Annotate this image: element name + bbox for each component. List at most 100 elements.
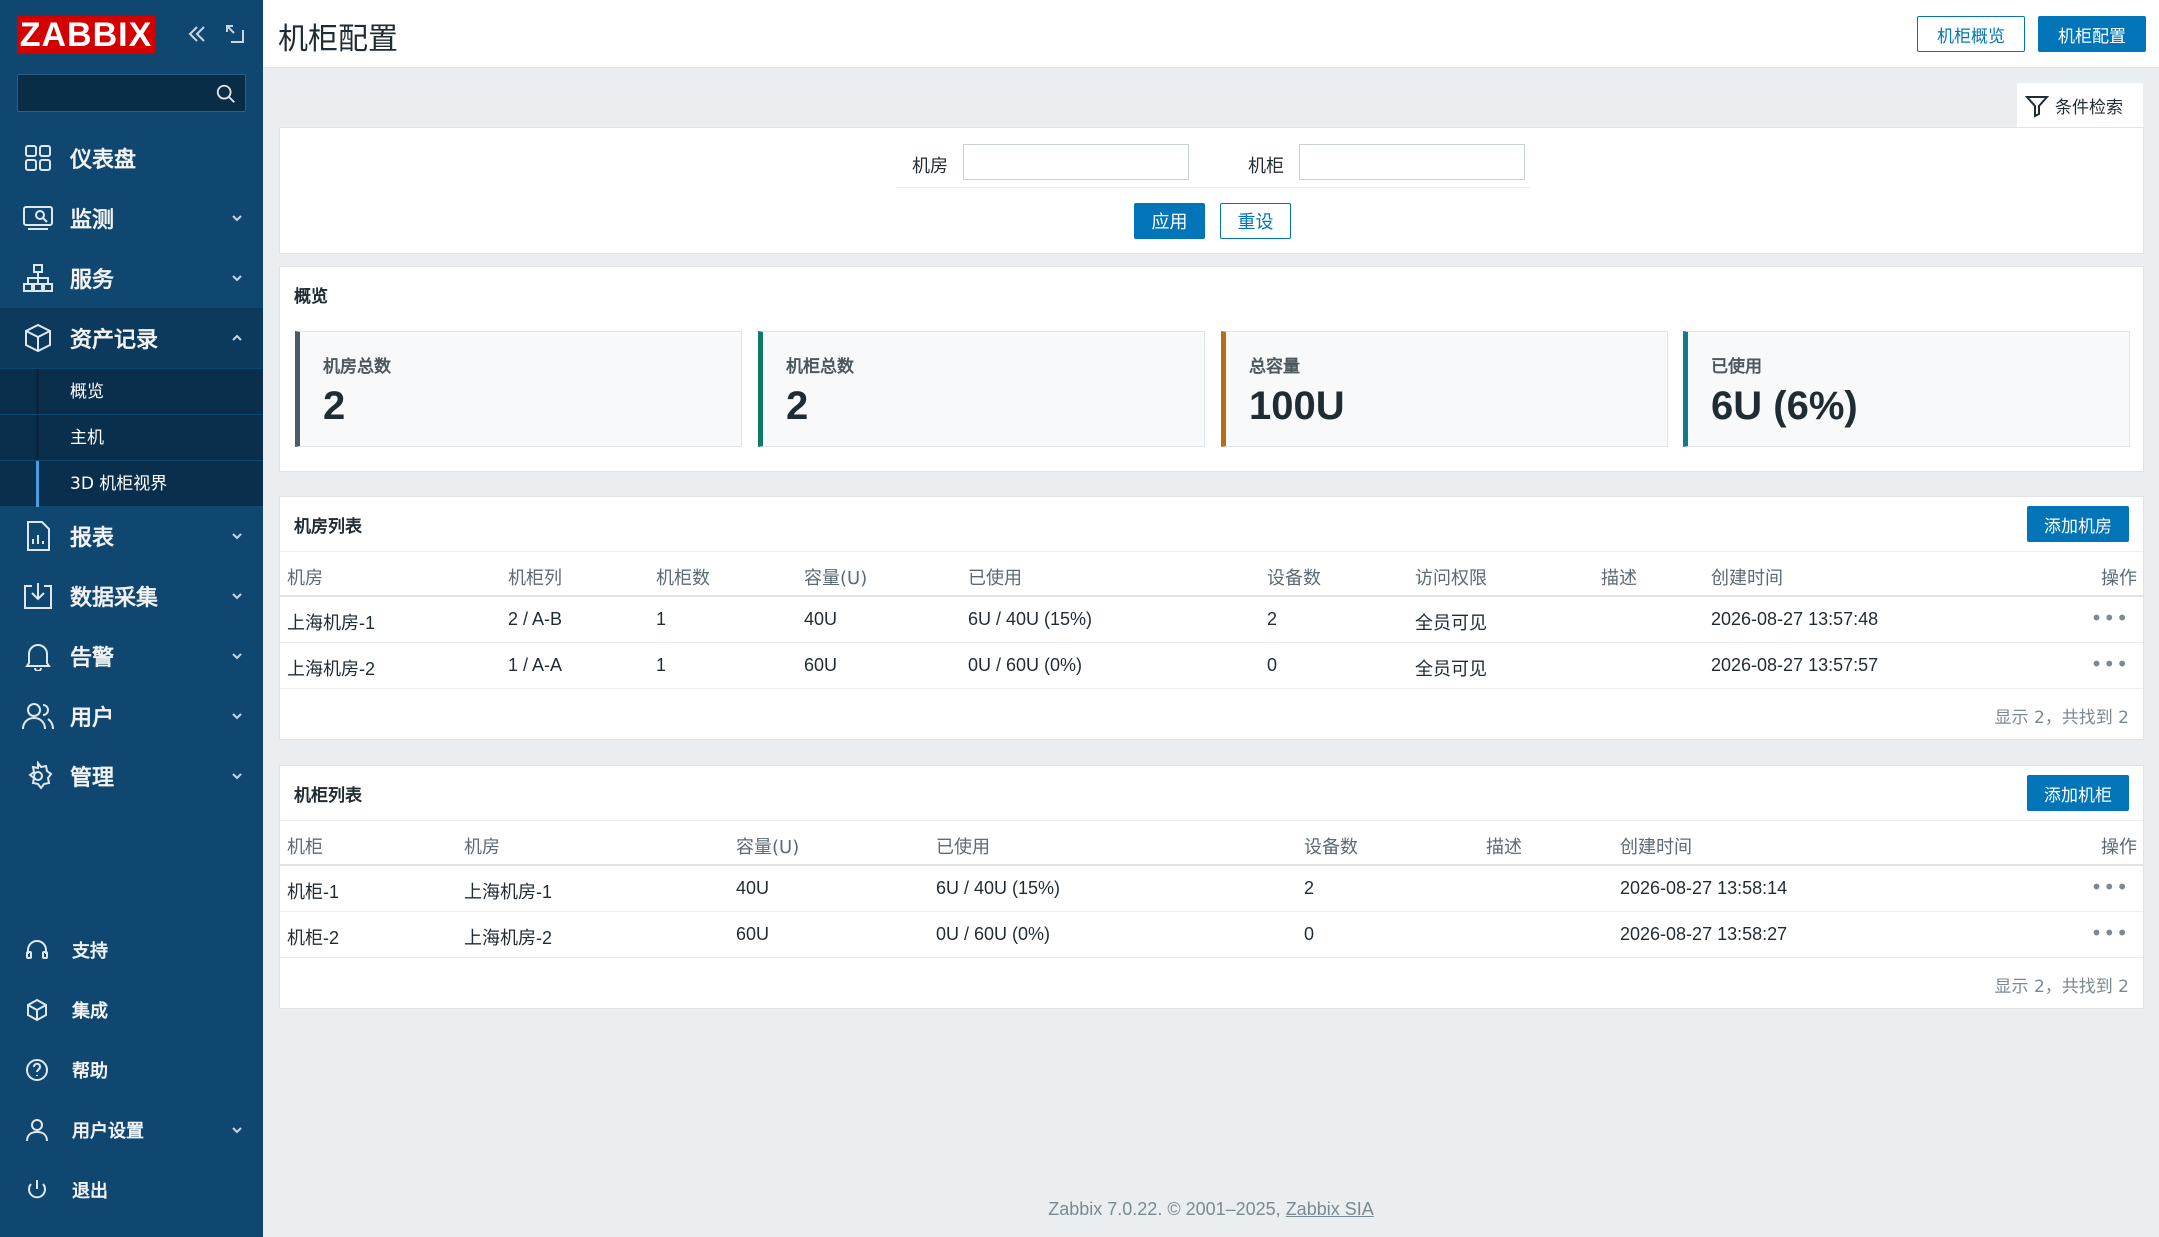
submenu-label: 3D 机柜视界: [70, 474, 168, 494]
overview-title: 概览: [294, 287, 328, 307]
menu-item-help[interactable]: 帮助: [0, 1040, 263, 1100]
logo-row: ZABBIX: [17, 16, 247, 56]
created-time-cell: 2026-08-27 13:58:27: [1620, 924, 1788, 944]
menu-item-alerts[interactable]: 告警: [0, 626, 263, 686]
menu-label: 管理: [70, 766, 115, 791]
stat-value: 2: [323, 384, 346, 428]
table-row: 机柜-2 上海机房-2 60U 0U / 60U (0%) 0 2026-08-…: [280, 912, 2143, 958]
more-actions-icon[interactable]: •••: [2091, 877, 2129, 897]
cabinet-filter-input[interactable]: [1299, 144, 1525, 180]
cabinet-name-cell[interactable]: 机柜-1: [287, 878, 339, 904]
stat-card-used: 已使用 6U (6%): [1683, 331, 2130, 447]
search-icon[interactable]: [215, 83, 237, 109]
submenu-item-overview[interactable]: 概览: [0, 368, 263, 415]
menu-item-dashboard[interactable]: 仪表盘: [0, 128, 263, 188]
cabinet-count-cell: 1: [656, 609, 667, 629]
zabbix-logo[interactable]: ZABBIX: [17, 16, 155, 54]
page-title: 机柜配置: [278, 22, 398, 57]
sidebar: ZABBIX 仪表盘 监测 服务 资产记录 概览 主机 3D 机柜视界 报表 数…: [0, 0, 263, 1237]
used-cell: 0U / 60U (0%): [968, 655, 1083, 675]
menu-item-services[interactable]: 服务: [0, 248, 263, 308]
more-actions-icon[interactable]: •••: [2091, 608, 2129, 628]
used-cell: 6U / 40U (15%): [936, 878, 1061, 898]
room-filter-input[interactable]: [963, 144, 1189, 180]
column-header[interactable]: 机柜: [287, 833, 323, 859]
menu-label: 退出: [72, 1181, 108, 1202]
reset-button[interactable]: 重设: [1220, 203, 1291, 239]
more-actions-icon[interactable]: •••: [2091, 923, 2129, 943]
menu-item-user-settings[interactable]: 用户设置: [0, 1100, 263, 1160]
menu-label: 用户: [70, 706, 115, 731]
column-header[interactable]: 机房: [464, 833, 500, 859]
column-header[interactable]: 设备数: [1267, 564, 1321, 590]
submenu-item-hosts[interactable]: 主机: [0, 414, 263, 461]
inventory-submenu: 概览 主机 3D 机柜视界: [0, 368, 263, 507]
rack-config-button[interactable]: 机柜配置: [2038, 16, 2146, 52]
stat-label: 总容量: [1249, 357, 1300, 377]
room-cell: 上海机房-2: [464, 928, 553, 948]
bottom-menu: 支持 集成 帮助 用户设置 退出: [0, 920, 263, 1220]
chevron-down-icon: [232, 275, 242, 282]
sidebar-actions: [185, 22, 247, 46]
column-header[interactable]: 已使用: [936, 833, 990, 859]
column-header[interactable]: 描述: [1601, 564, 1637, 590]
menu-label: 仪表盘: [70, 148, 137, 173]
access-cell: 全员可见: [1415, 659, 1487, 679]
zabbix-sia-link[interactable]: Zabbix SIA: [1286, 1199, 1374, 1219]
collapse-sidebar-icon[interactable]: [185, 22, 209, 46]
menu-item-inventory[interactable]: 资产记录: [0, 308, 263, 368]
menu-item-administration[interactable]: 管理: [0, 746, 263, 806]
table-row: 上海机房-1 2 / A-B 1 40U 6U / 40U (15%) 2 全员…: [280, 597, 2143, 643]
chevron-down-icon: [232, 653, 242, 660]
stat-label: 机柜总数: [786, 357, 854, 377]
column-header[interactable]: 已使用: [968, 564, 1022, 590]
menu-label: 服务: [70, 268, 115, 293]
column-header[interactable]: 设备数: [1304, 833, 1358, 859]
menu-item-monitoring[interactable]: 监测: [0, 188, 263, 248]
add-room-button[interactable]: 添加机房: [2027, 506, 2129, 542]
menu-label: 报表: [70, 526, 115, 551]
column-header[interactable]: 创建时间: [1711, 564, 1783, 590]
cabinet-table: 机柜 机房 容量(U) 已使用 设备数 描述 创建时间 操作 机柜-1 上海机房…: [280, 820, 2143, 1006]
chevron-down-icon: [232, 713, 242, 720]
column-header[interactable]: 容量(U): [804, 564, 867, 590]
copyright-text: Zabbix 7.0.22. © 2001–2025,: [1048, 1199, 1286, 1219]
menu-item-sign-out[interactable]: 退出: [0, 1160, 263, 1220]
stat-value: 6U (6%): [1711, 384, 1858, 428]
column-header[interactable]: 容量(U): [736, 833, 799, 859]
reports-icon: [22, 520, 54, 552]
room-name-cell[interactable]: 上海机房-1: [287, 609, 375, 635]
column-header[interactable]: 描述: [1486, 833, 1522, 859]
menu-item-support[interactable]: 支持: [0, 920, 263, 980]
submenu-label: 概览: [70, 382, 104, 402]
used-cell: 0U / 60U (0%): [936, 924, 1051, 944]
column-header[interactable]: 访问权限: [1415, 564, 1487, 590]
add-cabinet-button[interactable]: 添加机柜: [2027, 775, 2129, 811]
rack-overview-button[interactable]: 机柜概览: [1917, 16, 2025, 52]
menu-item-integrations[interactable]: 集成: [0, 980, 263, 1040]
menu-item-users[interactable]: 用户: [0, 686, 263, 746]
column-header[interactable]: 机房: [287, 564, 323, 590]
filter-tab[interactable]: 条件检索: [2016, 82, 2144, 128]
cabinet-list-title: 机柜列表: [294, 786, 362, 806]
menu-label: 支持: [72, 941, 108, 962]
submenu-item-3d-rack-view[interactable]: 3D 机柜视界: [0, 460, 263, 507]
more-actions-icon[interactable]: •••: [2091, 654, 2129, 674]
created-time-cell: 2026-08-27 13:58:14: [1620, 878, 1788, 898]
room-name-cell[interactable]: 上海机房-2: [287, 655, 375, 681]
access-cell: 全员可见: [1415, 613, 1487, 633]
power-icon: [24, 1177, 50, 1203]
column-header[interactable]: 机柜数: [656, 564, 710, 590]
apply-button[interactable]: 应用: [1134, 203, 1205, 239]
kiosk-mode-icon[interactable]: [223, 22, 247, 46]
column-header[interactable]: 机柜列: [508, 564, 562, 590]
column-header[interactable]: 创建时间: [1620, 833, 1692, 859]
cabinet-filter-label: 机柜: [1248, 156, 1284, 177]
cabinet-name-cell[interactable]: 机柜-2: [287, 924, 339, 950]
menu-item-data-collection[interactable]: 数据采集: [0, 566, 263, 626]
sidebar-search-input[interactable]: [18, 75, 208, 111]
users-icon: [22, 700, 54, 732]
menu-item-reports[interactable]: 报表: [0, 506, 263, 566]
stat-label: 已使用: [1711, 357, 1762, 377]
stat-card-cabinets: 机柜总数 2: [758, 331, 1205, 447]
